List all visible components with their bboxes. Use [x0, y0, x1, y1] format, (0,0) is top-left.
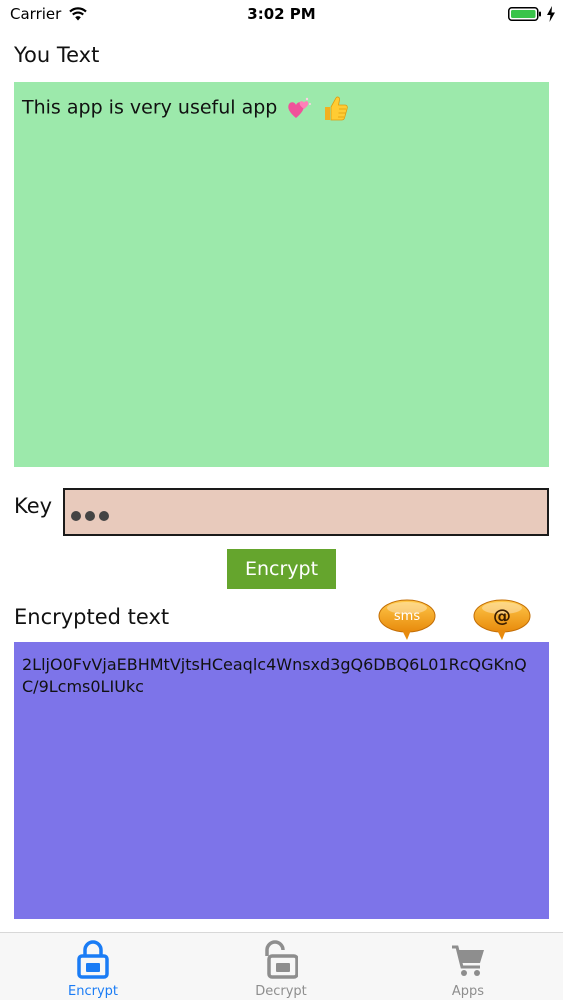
encrypted-text-content: 2LljO0FvVjaEBHMtVjtsHCeaqlc4Wnsxd3gQ6DBQ…	[22, 655, 527, 696]
sms-bubble-icon: sms	[378, 599, 436, 640]
key-label: Key	[14, 494, 53, 518]
sms-label: sms	[394, 609, 420, 624]
input-title: You Text	[14, 43, 100, 67]
tab-apps-label: Apps	[451, 984, 485, 999]
share-sms-button[interactable]: sms	[377, 598, 437, 642]
mask-dot	[85, 511, 95, 521]
charging-bolt-icon	[547, 6, 555, 22]
thumbs-up-icon	[325, 96, 349, 121]
email-bubble-icon: @	[473, 599, 531, 640]
tab-bar: Encrypt Decrypt Apps	[0, 932, 563, 1000]
tab-encrypt[interactable]: Encrypt	[33, 933, 153, 1001]
encrypted-text-output[interactable]: 2LljO0FvVjaEBHMtVjtsHCeaqlc4Wnsxd3gQ6DBQ…	[14, 642, 549, 919]
mask-dot	[71, 511, 81, 521]
tab-apps[interactable]: Apps	[408, 933, 528, 1001]
key-input[interactable]	[63, 488, 549, 536]
encrypt-button[interactable]: Encrypt	[227, 549, 336, 589]
tab-encrypt-label: Encrypt	[68, 984, 118, 999]
plain-text-input[interactable]: This app is very useful app	[14, 82, 549, 467]
tab-decrypt-label: Decrypt	[255, 984, 307, 999]
plain-text-content: This app is very useful app	[22, 96, 278, 119]
email-label: @	[493, 606, 511, 627]
status-time: 3:02 PM	[247, 5, 316, 23]
masked-key-dots	[71, 506, 113, 521]
tab-decrypt[interactable]: Decrypt	[221, 933, 341, 1001]
lock-icon	[77, 940, 109, 979]
share-email-button[interactable]: @	[472, 598, 532, 642]
unlock-icon	[265, 940, 298, 979]
output-title: Encrypted text	[14, 605, 170, 629]
cart-icon	[452, 945, 484, 976]
battery-icon	[508, 7, 541, 21]
sparkling-heart-icon	[288, 97, 312, 118]
status-bar: Carrier 3:02 PM	[0, 0, 563, 30]
mask-dot	[99, 511, 109, 521]
